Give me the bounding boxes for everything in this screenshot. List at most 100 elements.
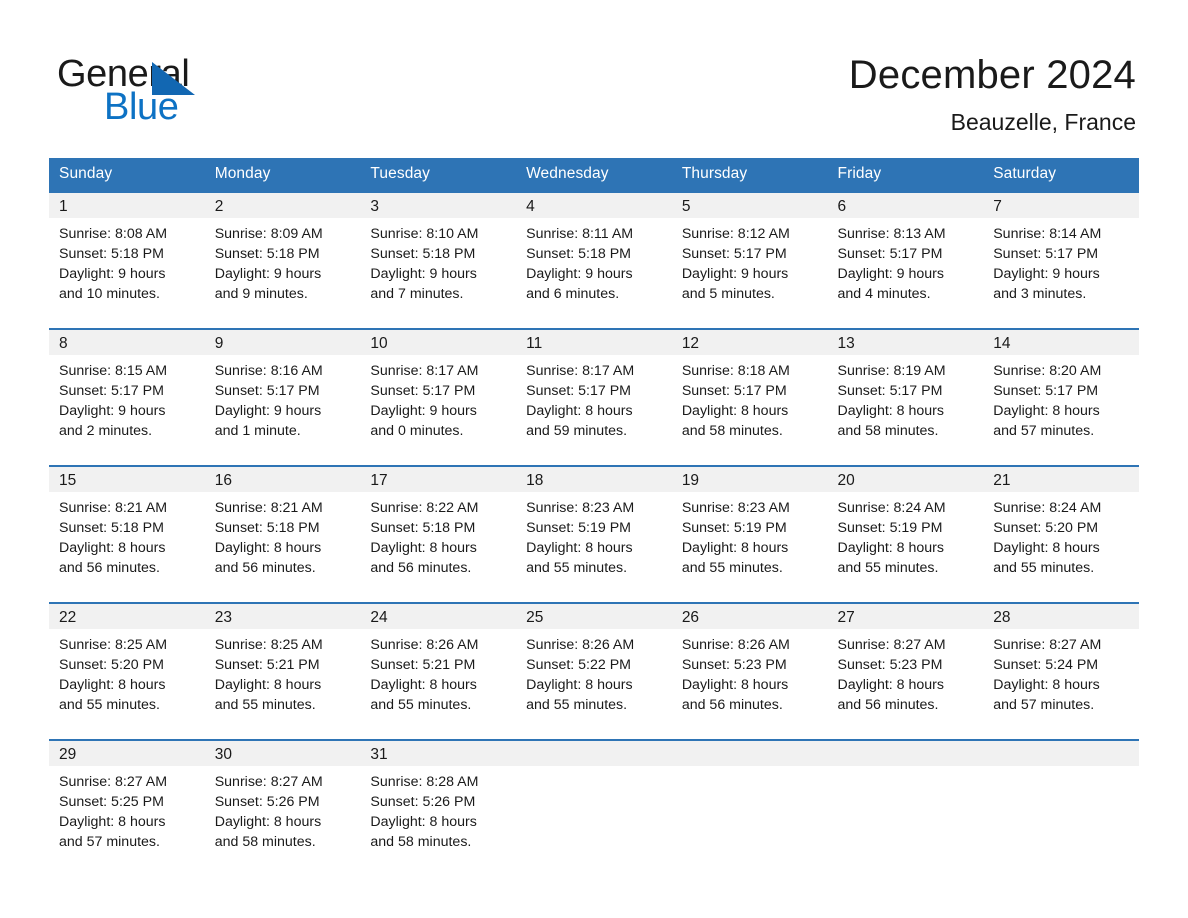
daylight-text-line1: Daylight: 8 hours: [214, 814, 322, 831]
daylight-text-line1: Daylight: 8 hours: [526, 677, 633, 694]
general-blue-logo[interactable]: General Blue: [57, 52, 317, 128]
day-number: 3: [360, 193, 517, 218]
daylight-text-line2: and 56 minutes.: [59, 560, 160, 577]
sunrise-text: Sunrise: 8:23 AM: [526, 500, 635, 516]
sunrise-text: Sunrise: 8:12 AM: [681, 226, 790, 242]
day-cell[interactable]: 22 Sunrise: 8:25 AM Sunset: 5:20 PM Dayligh…: [49, 602, 205, 740]
day-number: 23: [204, 604, 361, 629]
day-cell[interactable]: 19 Sunrise: 8:23 AM Sunset: 5:19 PM Dayligh…: [671, 465, 828, 603]
day-cell[interactable]: 26 Sunrise: 8:26 AM Sunset: 5:23 PM Dayligh…: [671, 602, 828, 740]
sunrise-text: Sunrise: 8:25 AM: [59, 637, 168, 653]
daylight-text-line2: and 55 minutes.: [59, 697, 160, 714]
sunset-text: Sunset: 5:25 PM: [59, 794, 164, 811]
day-cell[interactable]: 11 Sunrise: 8:17 AM Sunset: 5:17 PM Dayligh…: [516, 328, 672, 466]
day-number: 10: [360, 330, 517, 355]
sunrise-text: Sunrise: 8:19 AM: [837, 363, 946, 379]
day-cell[interactable]: 24 Sunrise: 8:26 AM Sunset: 5:21 PM Dayligh…: [360, 602, 517, 740]
daylight-text-line2: and 1 minute.: [214, 423, 301, 440]
day-cell[interactable]: 4 Sunrise: 8:11 AM Sunset: 5:18 PM Daylight…: [516, 191, 672, 329]
day-cell[interactable]: 17 Sunrise: 8:22 AM Sunset: 5:18 PM Dayligh…: [360, 465, 517, 603]
daylight-text-line1: Daylight: 9 hours: [59, 403, 166, 420]
daylight-text-line2: and 5 minutes.: [681, 286, 775, 303]
sunrise-text: Sunrise: 8:17 AM: [526, 363, 635, 379]
sunset-text: Sunset: 5:17 PM: [59, 383, 164, 400]
sunset-text: Sunset: 5:19 PM: [837, 520, 943, 537]
sunset-text: Sunset: 5:21 PM: [370, 657, 476, 674]
daylight-text-line2: and 55 minutes.: [214, 697, 316, 714]
weekday-header-wednesday: Wednesday: [516, 158, 672, 192]
sunset-text: Sunset: 5:23 PM: [837, 657, 943, 674]
day-number: 26: [671, 604, 828, 629]
daylight-text-line2: and 55 minutes.: [526, 560, 628, 577]
sunset-text: Sunset: 5:20 PM: [59, 657, 164, 674]
day-cell[interactable]: 9 Sunrise: 8:16 AM Sunset: 5:17 PM Daylight…: [204, 328, 361, 466]
day-cell[interactable]: 14 Sunrise: 8:20 AM Sunset: 5:17 PM Dayligh…: [983, 328, 1139, 466]
daylight-text-line2: and 57 minutes.: [59, 834, 160, 851]
day-cell[interactable]: 23 Sunrise: 8:25 AM Sunset: 5:21 PM Dayligh…: [204, 602, 361, 740]
sunrise-text: Sunrise: 8:23 AM: [681, 500, 790, 516]
weekday-header-tuesday: Tuesday: [360, 158, 517, 192]
day-cell[interactable]: 6 Sunrise: 8:13 AM Sunset: 5:17 PM Daylight…: [827, 191, 984, 329]
daylight-text-line1: Daylight: 9 hours: [214, 403, 322, 420]
day-cell[interactable]: 13 Sunrise: 8:19 AM Sunset: 5:17 PM Dayligh…: [827, 328, 984, 466]
day-cell[interactable]: 1 Sunrise: 8:08 AM Sunset: 5:18 PM Daylight…: [49, 191, 205, 329]
daylight-text-line1: Daylight: 8 hours: [214, 677, 322, 694]
daylight-text-line2: and 56 minutes.: [370, 560, 472, 577]
daylight-text-line1: Daylight: 8 hours: [681, 540, 789, 557]
daylight-text-line2: and 58 minutes.: [837, 423, 939, 440]
day-cell[interactable]: 25 Sunrise: 8:26 AM Sunset: 5:22 PM Dayligh…: [516, 602, 672, 740]
day-number: 21: [983, 467, 1139, 492]
daylight-text-line1: Daylight: 8 hours: [837, 403, 944, 420]
sunrise-text: Sunrise: 8:26 AM: [681, 637, 790, 653]
sunrise-text: Sunrise: 8:24 AM: [993, 500, 1102, 516]
day-cell[interactable]: 10 Sunrise: 8:17 AM Sunset: 5:17 PM Dayligh…: [360, 328, 517, 466]
day-number: 18: [516, 467, 672, 492]
day-number: 2: [204, 193, 361, 218]
day-cell[interactable]: 5 Sunrise: 8:12 AM Sunset: 5:17 PM Daylight…: [671, 191, 828, 329]
daylight-text-line2: and 2 minutes.: [59, 423, 153, 440]
day-cell[interactable]: 28 Sunrise: 8:27 AM Sunset: 5:24 PM Dayligh…: [983, 602, 1139, 740]
day-cell[interactable]: 27 Sunrise: 8:27 AM Sunset: 5:23 PM Dayligh…: [827, 602, 984, 740]
day-cell[interactable]: 8 Sunrise: 8:15 AM Sunset: 5:17 PM Daylight…: [49, 328, 205, 466]
day-number: 25: [516, 604, 672, 629]
sunrise-text: Sunrise: 8:27 AM: [59, 774, 168, 790]
day-cell[interactable]: 21 Sunrise: 8:24 AM Sunset: 5:20 PM Dayligh…: [983, 465, 1139, 603]
day-cell[interactable]: 29 Sunrise: 8:27 AM Sunset: 5:25 PM Dayligh…: [49, 739, 205, 876]
weekday-header-monday: Monday: [204, 158, 361, 192]
sunset-text: Sunset: 5:22 PM: [526, 657, 631, 674]
daylight-text-line1: Daylight: 8 hours: [370, 677, 477, 694]
page-title: December 2024: [848, 53, 1136, 97]
day-number: [671, 741, 828, 766]
daylight-text-line1: Daylight: 9 hours: [837, 266, 944, 283]
day-number: 4: [516, 193, 672, 218]
day-cell[interactable]: 18 Sunrise: 8:23 AM Sunset: 5:19 PM Dayligh…: [516, 465, 672, 603]
sunrise-text: Sunrise: 8:27 AM: [993, 637, 1102, 653]
weekday-header-friday: Friday: [827, 158, 984, 192]
day-cell[interactable]: 2 Sunrise: 8:09 AM Sunset: 5:18 PM Daylight…: [204, 191, 361, 329]
daylight-text-line2: and 6 minutes.: [526, 286, 620, 303]
daylight-text-line2: and 4 minutes.: [837, 286, 931, 303]
day-cell[interactable]: 3 Sunrise: 8:10 AM Sunset: 5:18 PM Daylight…: [360, 191, 517, 329]
daylight-text-line1: Daylight: 8 hours: [526, 403, 633, 420]
day-cell[interactable]: 12 Sunrise: 8:18 AM Sunset: 5:17 PM Dayligh…: [671, 328, 828, 466]
title-block: December 2024 Beauzelle, France: [849, 50, 1136, 138]
day-cell[interactable]: 20 Sunrise: 8:24 AM Sunset: 5:19 PM Dayligh…: [827, 465, 984, 603]
daylight-text-line2: and 57 minutes.: [993, 423, 1095, 440]
logo-text-blue: Blue: [104, 86, 179, 128]
daylight-text-line1: Daylight: 8 hours: [214, 540, 322, 557]
day-cell[interactable]: 16 Sunrise: 8:21 AM Sunset: 5:18 PM Dayligh…: [204, 465, 361, 603]
page-header: General Blue December 2024 Beauzelle, Fr…: [0, 0, 1188, 157]
day-cell[interactable]: 7 Sunrise: 8:14 AM Sunset: 5:17 PM Daylight…: [983, 191, 1139, 329]
daylight-text-line2: and 3 minutes.: [993, 286, 1087, 303]
day-cell[interactable]: 31 Sunrise: 8:28 AM Sunset: 5:26 PM Dayligh…: [360, 739, 517, 876]
calendar-week-row: 15 Sunrise: 8:21 AM Sunset: 5:18 PM Dayligh…: [49, 465, 1139, 603]
day-number: 14: [983, 330, 1139, 355]
sunrise-text: Sunrise: 8:10 AM: [370, 226, 479, 242]
sunset-text: Sunset: 5:18 PM: [214, 520, 320, 537]
day-cell[interactable]: 15 Sunrise: 8:21 AM Sunset: 5:18 PM Dayligh…: [49, 465, 205, 603]
day-cell[interactable]: 30 Sunrise: 8:27 AM Sunset: 5:26 PM Dayligh…: [204, 739, 361, 876]
daylight-text-line1: Daylight: 9 hours: [681, 266, 789, 283]
sunset-text: Sunset: 5:17 PM: [681, 383, 787, 400]
daylight-text-line2: and 58 minutes.: [681, 423, 783, 440]
sunrise-text: Sunrise: 8:20 AM: [993, 363, 1102, 379]
